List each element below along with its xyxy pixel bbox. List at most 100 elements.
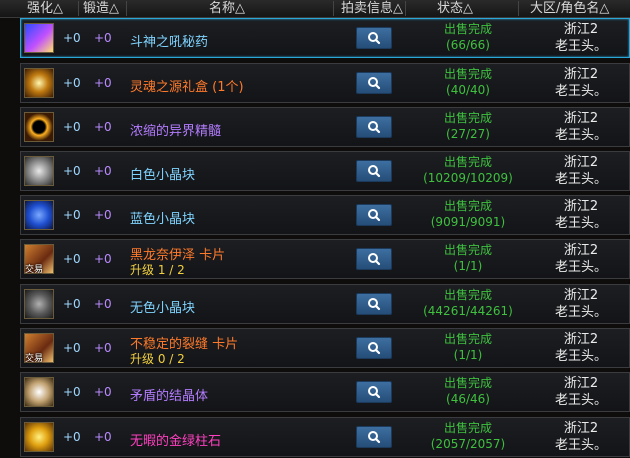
role-name: 老王头。 [554,438,607,453]
reinforce-value: +0 [63,164,81,178]
column-region-role[interactable]: 大区/角色名△ [530,0,609,17]
region-role: 浙江2 老王头。 [541,242,621,276]
item-icon[interactable] [24,200,54,230]
reinforce-value: +0 [63,31,81,45]
region-name: 浙江2 [563,22,599,37]
auction-search-button[interactable] [356,160,392,182]
item-icon[interactable] [24,377,54,407]
search-icon [368,165,381,178]
sale-status: 出售完成 (40/40) [423,66,513,98]
region-role: 浙江2 老王头。 [541,21,621,55]
column-name[interactable]: 名称△ [209,0,245,17]
role-name: 老王头。 [554,260,607,275]
forge-value: +0 [94,208,112,222]
forge-value: +0 [94,76,112,90]
table-row[interactable]: 交易 +0 +0 黑龙奈伊泽 卡片 升级 1 / 2 出售完成 (1/1) 浙江2 老王头。 [20,239,630,279]
table-row[interactable]: +0 +0 白色小晶块 出售完成 (10209/10209) 浙江2 老王头。 [20,151,630,191]
search-icon [368,77,381,90]
table-row[interactable]: +0 +0 无色小晶块 出售完成 (44261/44261) 浙江2 老王头。 [20,284,630,324]
region-name: 浙江2 [563,111,599,126]
forge-value: +0 [94,31,112,45]
item-name: 白色小晶块 [130,168,196,183]
region-role: 浙江2 老王头。 [541,66,621,100]
sale-status: 出售完成 (27/27) [423,110,513,142]
table-row[interactable]: 交易 +0 +0 不稳定的裂缝 卡片 升级 0 / 2 出售完成 (1/1) 浙江2 老王头。 [20,328,630,368]
auction-search-button[interactable] [356,72,392,94]
forge-value: +0 [94,385,112,399]
auction-search-button[interactable] [356,337,392,359]
sold-count: (44261/44261) [423,304,513,318]
auction-search-button[interactable] [356,116,392,138]
column-forge[interactable]: 锻造△ [83,0,119,17]
item-name: 无色小晶块 [130,301,196,316]
role-name: 老王头。 [554,172,607,187]
auction-search-button[interactable] [356,293,392,315]
column-auction-info[interactable]: 拍卖信息△ [341,0,403,17]
sale-status: 出售完成 (46/46) [423,375,513,407]
item-icon[interactable] [24,422,54,452]
item-icon[interactable] [24,68,54,98]
sale-status: 出售完成 (66/66) [423,21,513,53]
search-icon [368,209,381,222]
item-icon[interactable]: 交易 [24,333,54,364]
sale-status: 出售完成 (2057/2057) [423,420,513,452]
reinforce-value: +0 [63,76,81,90]
column-reinforce[interactable]: 强化△ [27,0,63,17]
item-name: 矛盾的结晶体 [130,389,209,404]
table-row[interactable]: +0 +0 矛盾的结晶体 出售完成 (46/46) 浙江2 老王头。 [20,372,630,412]
sold-count: (66/66) [446,38,490,52]
table-row[interactable]: +0 +0 无暇的金绿柱石 出售完成 (2057/2057) 浙江2 老王头。 [20,417,630,457]
trade-tag: 交易 [25,354,44,364]
forge-value: +0 [94,164,112,178]
item-icon[interactable] [24,289,54,319]
region-name: 浙江2 [563,421,599,436]
search-icon [368,386,381,399]
role-name: 老王头。 [554,216,607,231]
item-name: 斗神之吼秘药 [130,35,209,50]
upgrade-progress: 升级 1 / 2 [130,263,185,277]
item-icon[interactable] [24,156,54,186]
role-name: 老王头。 [554,84,607,99]
forge-value: +0 [94,297,112,311]
sale-status: 出售完成 (44261/44261) [423,287,513,319]
region-name: 浙江2 [563,243,599,258]
table-row[interactable]: +0 +0 斗神之吼秘药 出售完成 (66/66) 浙江2 老王头。 [20,18,630,58]
auction-search-button[interactable] [356,248,392,270]
upgrade-progress: 升级 0 / 2 [130,352,185,366]
role-name: 老王头。 [554,349,607,364]
status-text: 出售完成 [443,155,492,169]
item-icon[interactable]: 交易 [24,244,54,275]
status-text: 出售完成 [443,199,492,213]
auction-search-button[interactable] [356,381,392,403]
reinforce-value: +0 [63,252,81,266]
sale-status: 出售完成 (10209/10209) [423,154,513,186]
table-row[interactable]: +0 +0 浓缩的异界精髓 出售完成 (27/27) 浙江2 老王头。 [20,107,630,147]
role-name: 老王头。 [554,393,607,408]
search-icon [368,253,381,266]
status-text: 出售完成 [443,421,492,435]
role-name: 老王头。 [554,128,607,143]
forge-value: +0 [94,252,112,266]
sold-count: (40/40) [446,83,490,97]
region-role: 浙江2 老王头。 [541,198,621,232]
region-name: 浙江2 [563,199,599,214]
search-icon [368,431,381,444]
search-icon [368,342,381,355]
table-row[interactable]: +0 +0 蓝色小晶块 出售完成 (9091/9091) 浙江2 老王头。 [20,195,630,235]
reinforce-value: +0 [63,430,81,444]
auction-search-button[interactable] [356,27,392,49]
column-status[interactable]: 状态△ [437,0,473,17]
reinforce-value: +0 [63,341,81,355]
table-row[interactable]: +0 +0 灵魂之源礼盒 (1个) 出售完成 (40/40) 浙江2 老王头。 [20,63,630,103]
item-icon[interactable] [24,23,54,53]
sold-count: (46/46) [446,392,490,406]
forge-value: +0 [94,120,112,134]
sale-status: 出售完成 (1/1) [423,331,513,363]
auction-search-button[interactable] [356,204,392,226]
region-name: 浙江2 [563,67,599,82]
item-name: 蓝色小晶块 [130,212,196,227]
item-icon[interactable] [24,112,54,142]
status-text: 出售完成 [443,376,492,390]
auction-search-button[interactable] [356,426,392,448]
region-role: 浙江2 老王头。 [541,110,621,144]
